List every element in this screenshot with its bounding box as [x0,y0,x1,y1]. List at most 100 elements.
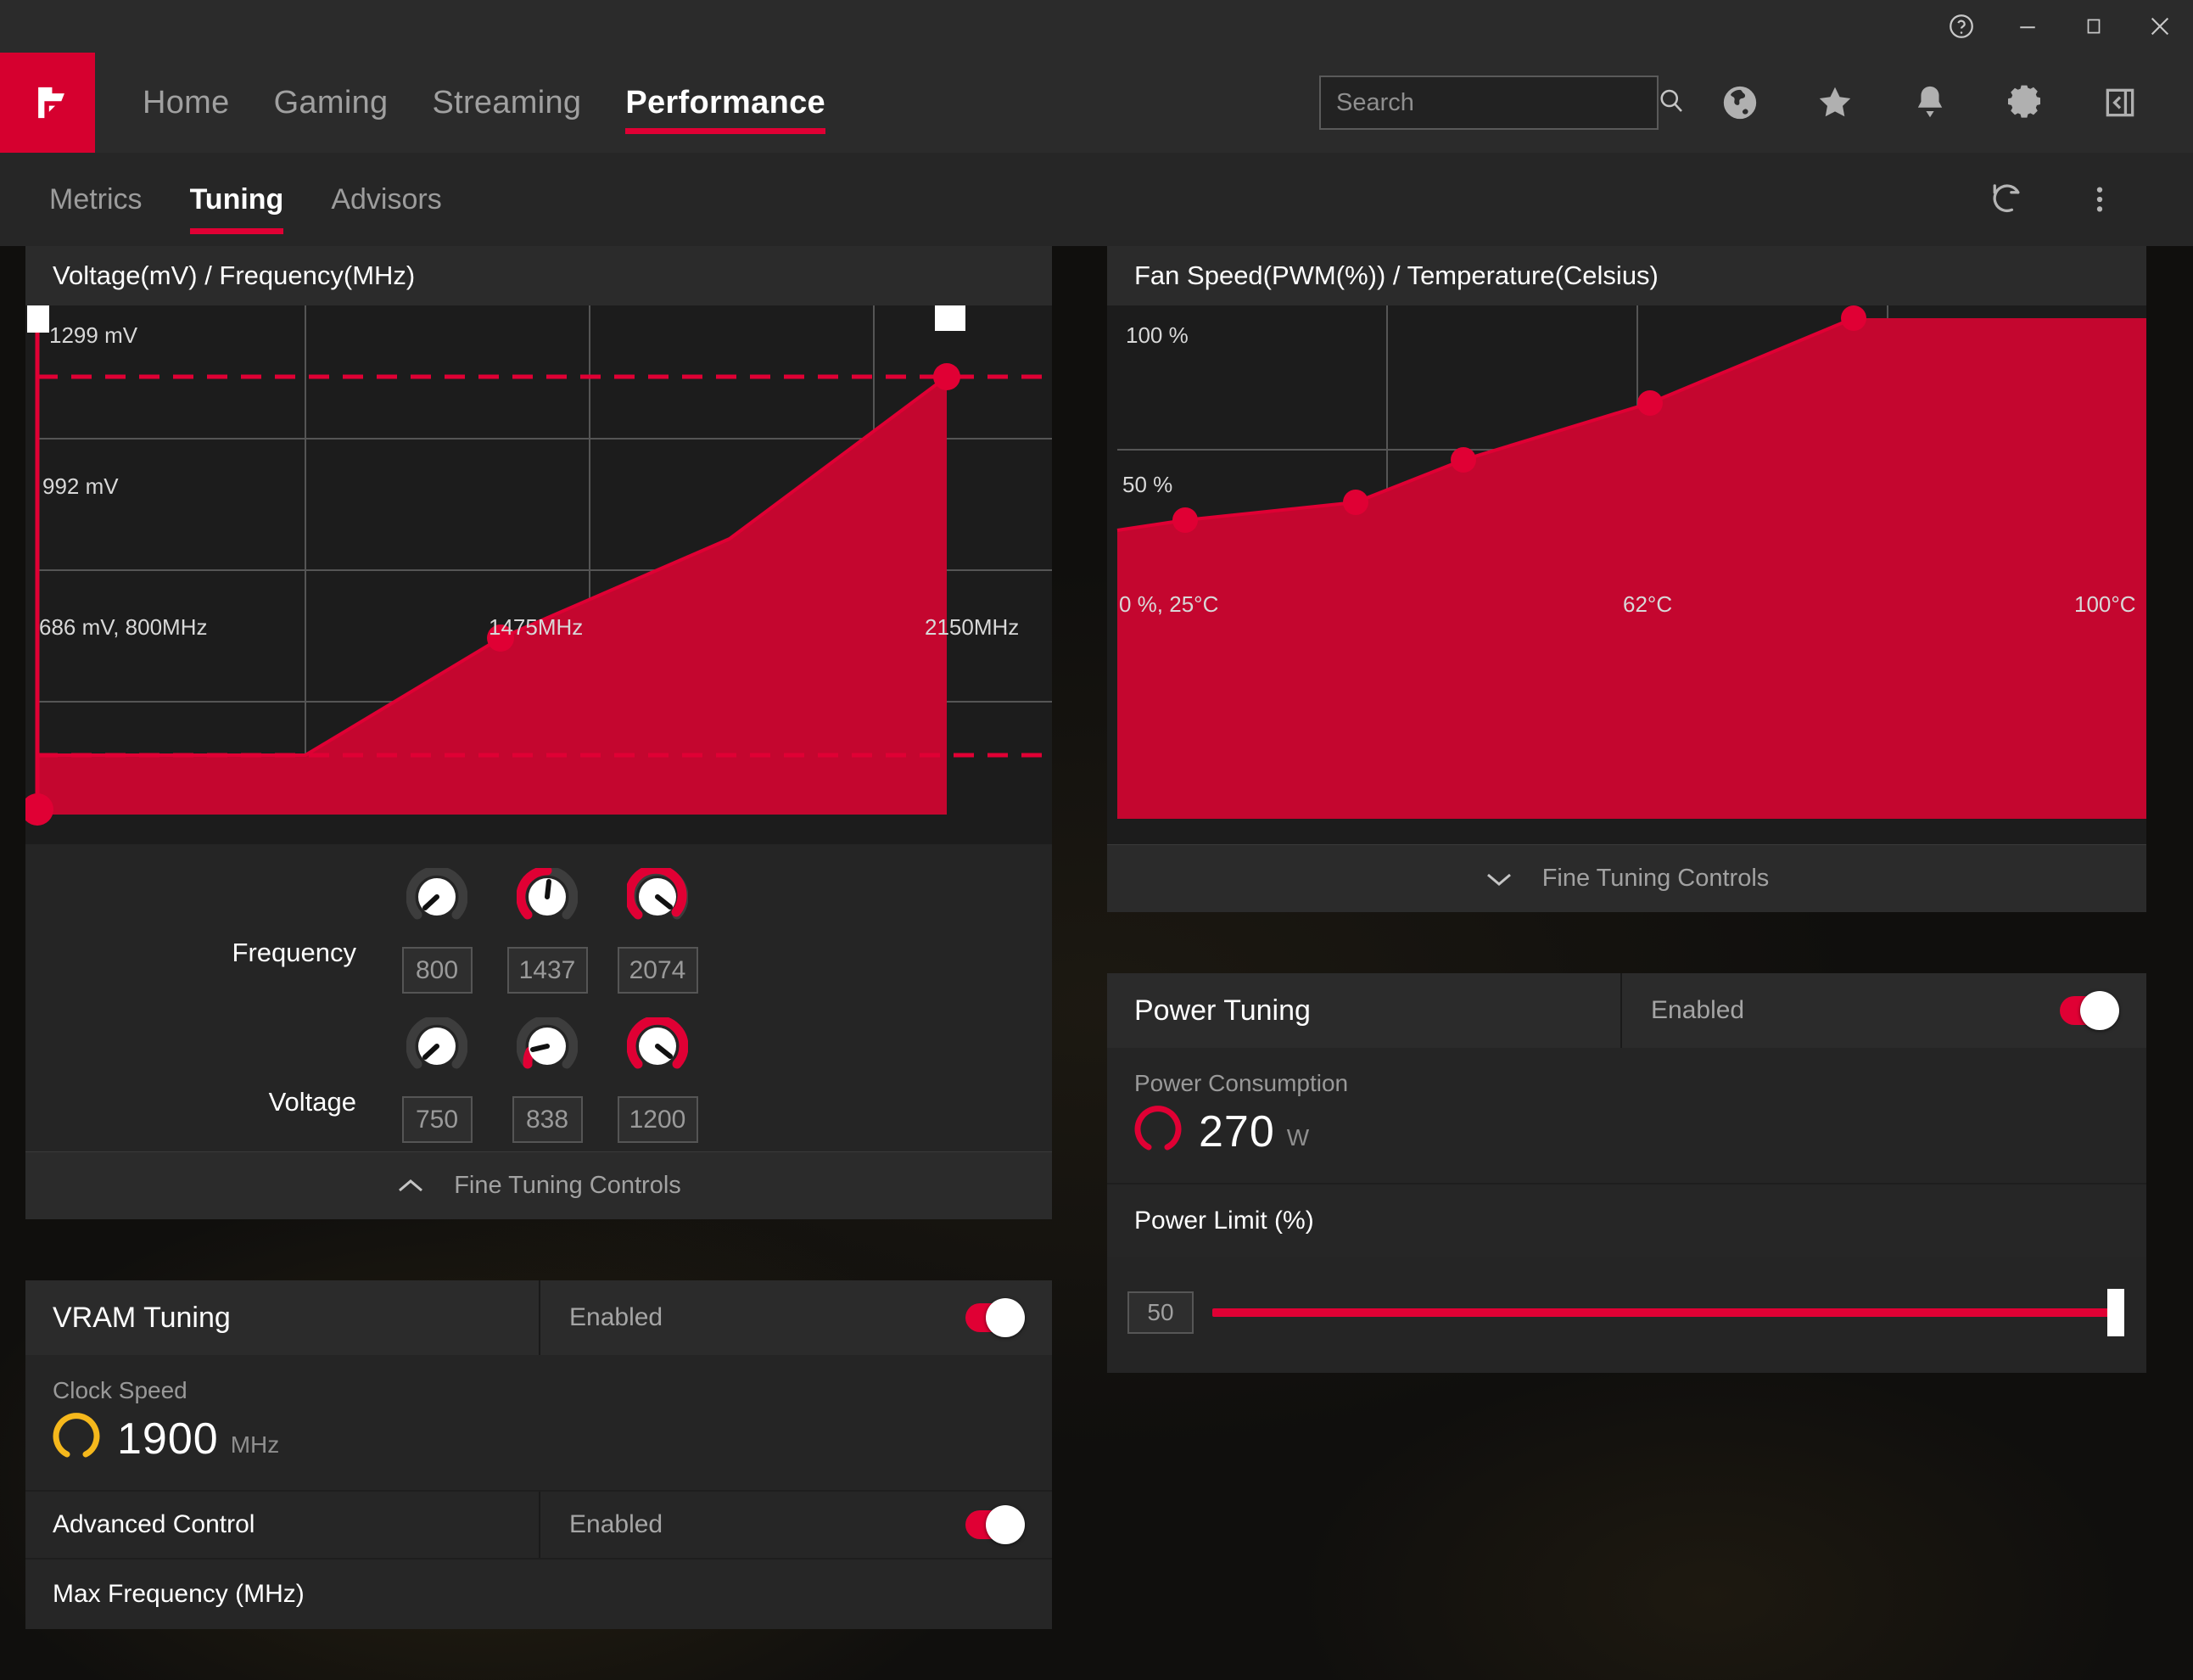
power-consumption-label: Power Consumption [1134,1070,1349,1096]
voltage-value-max[interactable]: 1200 [617,1096,698,1143]
nav-item-performance[interactable]: Performance [603,53,848,153]
knob-icon[interactable] [516,865,579,933]
advanced-control-row: Advanced Control Enabled [25,1490,1052,1558]
fan-chart-title: Fan Speed(PWM(%)) / Temperature(Celsius) [1134,260,1659,290]
search-input[interactable] [1336,88,1656,117]
gauge-arc-icon [1134,1106,1182,1157]
gpu-fine-tuning-label: Fine Tuning Controls [454,1172,681,1199]
vram-tuning-title: VRAM Tuning [25,1280,540,1355]
power-enabled-cell[interactable]: Enabled [1622,973,2146,1048]
clock-speed-label: Clock Speed [53,1377,187,1403]
power-enabled-toggle[interactable] [2060,991,2119,1030]
voltage-value-min[interactable]: 750 [401,1096,473,1143]
star-icon[interactable] [1787,53,1883,153]
power-consumption-readout: 270 W [1134,1106,2146,1157]
maximize-icon[interactable] [2061,0,2127,53]
window-title-bar [0,0,2193,53]
fan-tuning-panel: Fan Speed(PWM(%)) / Temperature(Celsius) [1107,246,2146,912]
tab-tuning[interactable]: Tuning [166,153,308,246]
vram-header-row: VRAM Tuning Enabled [25,1280,1052,1355]
advanced-control-label: Advanced Control [25,1492,540,1558]
frequency-value-max[interactable]: 2074 [617,947,698,994]
power-limit-slider-block: 50 [1107,1257,2146,1373]
gauge-arc-icon [53,1413,100,1464]
clock-speed-unit: MHz [230,1431,280,1458]
search-icon[interactable] [1656,86,1687,120]
main-navigation: Home Gaming Streaming Performance [0,53,2193,153]
frequency-value-min[interactable]: 800 [401,947,473,994]
vf-chart-title: Voltage(mV) / Frequency(MHz) [53,260,416,290]
frequency-dial-min[interactable]: 800 [382,865,492,994]
vram-tuning-panel: VRAM Tuning Enabled Clock Speed 1900 MHz [25,1280,1052,1629]
voltage-value-mid[interactable]: 838 [512,1096,583,1143]
nav-item-gaming[interactable]: Gaming [252,53,411,153]
fan-fine-tuning-toggle[interactable]: Fine Tuning Controls [1107,844,2146,912]
knob-icon[interactable] [406,865,468,933]
power-limit-row: Power Limit (%) [1107,1183,2146,1257]
fan-speed-chart[interactable]: 100 % 50 % 0 %, 25°C 62°C 100°C [1107,305,2146,844]
search-box[interactable] [1319,76,1682,130]
nav-right-cluster [1319,53,2193,153]
frequency-value-mid[interactable]: 1437 [506,947,588,994]
power-tuning-title: Power Tuning [1107,973,1622,1048]
knob-icon[interactable] [626,1015,689,1083]
tab-advisors[interactable]: Advisors [307,153,465,246]
tab-metrics-label: Metrics [49,182,143,216]
tab-metrics[interactable]: Metrics [25,153,166,246]
clock-speed-readout: 1900 MHz [53,1413,1052,1464]
advanced-control-toggle[interactable] [965,1505,1025,1544]
power-limit-value[interactable]: 50 [1127,1291,1194,1334]
right-column: Fan Speed(PWM(%)) / Temperature(Celsius) [1107,246,2146,1373]
frequency-dial-row: Frequency 800 1437 2074 [25,864,1052,994]
bell-icon[interactable] [1883,53,1978,153]
more-options-icon[interactable] [2053,153,2146,246]
voltage-dial-mid[interactable]: 838 [492,1015,602,1143]
power-tuning-panel: Power Tuning Enabled Power Consumption 2… [1107,973,2146,1373]
power-limit-slider[interactable] [1212,1289,2124,1336]
power-limit-label: Power Limit (%) [1134,1207,1314,1235]
voltage-dial-min[interactable]: 750 [382,1015,492,1143]
amd-logo-icon[interactable] [0,53,95,153]
tab-advisors-label: Advisors [331,182,442,216]
max-frequency-row[interactable]: Max Frequency (MHz) [25,1558,1052,1629]
reset-icon[interactable] [1960,153,2053,246]
knob-icon[interactable] [624,864,689,933]
nav-item-home[interactable]: Home [120,53,252,153]
minimize-icon[interactable] [1994,0,2061,53]
close-icon[interactable] [2127,0,2193,53]
vf-dials-area: Frequency 800 1437 2074 Voltage 750 838 … [25,844,1052,1151]
chevron-down-icon [1485,870,1513,888]
frequency-dial-max[interactable]: 2074 [602,864,713,994]
advanced-control-cell[interactable]: Enabled [540,1492,1052,1558]
knob-icon[interactable] [406,1015,468,1083]
vram-enabled-toggle[interactable] [965,1298,1025,1337]
power-consumption-value: 270 [1199,1106,1275,1156]
frequency-dial-mid[interactable]: 1437 [492,865,602,994]
vram-clock-speed-block: Clock Speed 1900 MHz [25,1355,1052,1490]
max-frequency-label: Max Frequency (MHz) [53,1580,305,1608]
nav-item-list: Home Gaming Streaming Performance [120,53,848,153]
globe-icon[interactable] [1692,53,1787,153]
gear-icon[interactable] [1978,53,2073,153]
voltage-label: Voltage [268,1087,356,1117]
knob-icon[interactable] [516,1015,579,1083]
vram-enabled-label: Enabled [569,1303,663,1331]
left-column: Voltage(mV) / Frequency(MHz) 1299 mV 992… [25,246,1052,1629]
tuning-content: Voltage(mV) / Frequency(MHz) 1299 mV 992… [0,246,2193,1680]
nav-item-streaming[interactable]: Streaming [410,53,603,153]
sub-navigation: Metrics Tuning Advisors [0,153,2193,246]
subnav-item-list: Metrics Tuning Advisors [25,153,466,246]
nav-item-streaming-label: Streaming [432,84,582,120]
collapse-panel-icon[interactable] [2073,53,2168,153]
power-limit-slider-handle[interactable] [2107,1289,2124,1336]
power-enabled-label: Enabled [1651,996,1745,1024]
help-icon[interactable] [1928,0,1994,53]
power-consumption-unit: W [1286,1123,1310,1151]
fan-fine-tuning-label: Fine Tuning Controls [1541,865,1770,892]
nav-item-performance-label: Performance [625,84,825,120]
voltage-dial-max[interactable]: 1200 [602,1015,713,1143]
voltage-frequency-chart[interactable]: 1299 mV 992 mV 686 mV, 800MHz 1475MHz 21… [25,305,1052,844]
gpu-fine-tuning-toggle[interactable]: Fine Tuning Controls [25,1151,1052,1219]
vram-enabled-cell[interactable]: Enabled [540,1280,1052,1355]
nav-item-home-label: Home [143,84,230,120]
